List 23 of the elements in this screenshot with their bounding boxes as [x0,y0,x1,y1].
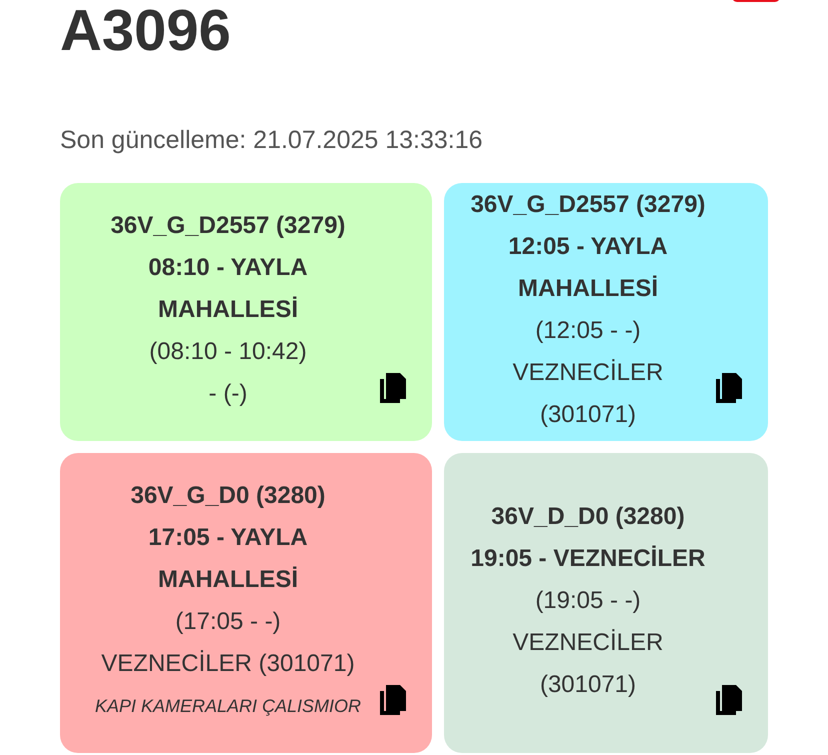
trip-detail: (19:05 - -) [535,586,641,616]
trip-title: 12:05 - YAYLA MAHALLESİ [507,232,669,304]
trip-title: 36V_G_D2557 (3279) [110,211,346,241]
trip-detail: VEZNECİLER (301071) [512,358,664,430]
copy-icon[interactable] [716,373,742,403]
trip-title: 08:10 - YAYLA MAHALLESİ [147,253,309,325]
trip-detail: (08:10 - 10:42) [149,337,307,367]
trip-detail: - (-) [208,379,248,409]
trip-detail: VEZNECİLER (301071) [101,649,355,679]
trip-title: 17:05 - YAYLA MAHALLESİ [147,523,309,595]
trip-detail: (12:05 - -) [535,316,641,346]
trip-title: 36V_G_D0 (3280) [130,481,326,511]
trip-detail: VEZNECİLER (301071) [512,628,664,700]
last-update-text: Son güncelleme: 21.07.2025 13:33:16 [60,125,484,156]
note-text: KAPI KAMERALARI ÇALISMIOR [94,695,362,718]
trip-detail: (17:05 - -) [175,607,281,637]
trip-title: 19:05 - VEZNECİLER [470,544,706,574]
copy-icon[interactable] [716,685,742,715]
copy-icon[interactable] [380,685,406,715]
trip-title: 36V_D_D0 (3280) [491,502,685,532]
trip-title: 36V_G_D2557 (3279) [470,190,706,220]
page-title: A3096 [60,0,232,62]
copy-icon[interactable] [380,373,406,403]
